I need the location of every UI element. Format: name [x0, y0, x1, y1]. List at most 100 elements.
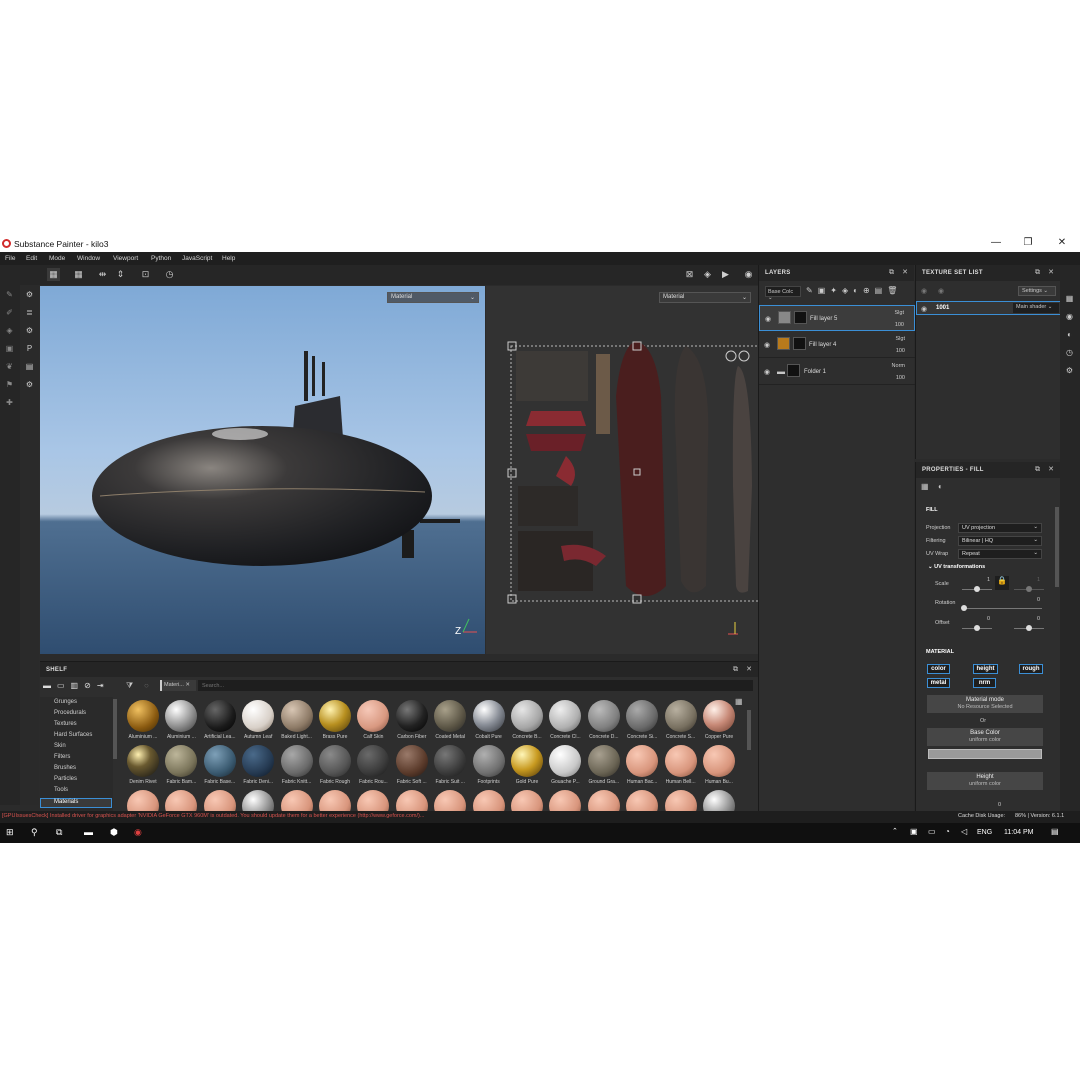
search-icon[interactable]: ⚲	[31, 827, 38, 838]
eraser-icon[interactable]: ✐	[4, 308, 15, 319]
material-thumbnail[interactable]: Fabric Knitt...	[278, 745, 316, 789]
material-thumbnail[interactable]	[546, 790, 584, 812]
menu-edit[interactable]: Edit	[26, 255, 37, 262]
substance-painter-taskbar-icon[interactable]: ◉	[134, 827, 142, 838]
task-view-icon[interactable]: ⧉	[56, 827, 62, 838]
material-thumbnail[interactable]: Carbon Fiber	[393, 700, 431, 744]
material-thumbnail[interactable]: Aluminium ...	[124, 700, 162, 744]
gpu-warning-message[interactable]: [GPUIssuesCheck] Installed driver for gr…	[2, 813, 424, 819]
menu-help[interactable]: Help	[222, 255, 235, 262]
material-thumbnail[interactable]: Fabric Suit ...	[431, 745, 469, 789]
undock-icon[interactable]: ⧉	[889, 269, 894, 277]
display-icon[interactable]: ◐	[1064, 330, 1075, 341]
material-mode-button[interactable]: Material mode No Resource Selected	[927, 695, 1043, 713]
material-thumbnail[interactable]: Brass Pure	[316, 700, 354, 744]
material-thumbnail[interactable]: Calf Skin	[354, 700, 392, 744]
material-thumbnail[interactable]: Fabric Rou...	[354, 745, 392, 789]
scale-knob-1[interactable]	[974, 586, 980, 592]
layers-dock-icon[interactable]: ≣	[24, 308, 35, 319]
material-thumbnail[interactable]	[124, 790, 162, 812]
eye-icon[interactable]: ◉	[921, 305, 927, 313]
scale-knob-2[interactable]	[1026, 586, 1032, 592]
material-thumbnail[interactable]: Fabric Bam...	[162, 745, 200, 789]
shelf-filter-tag[interactable]: Materi... ✕	[160, 680, 196, 691]
material-thumbnail[interactable]: Human Bac...	[623, 745, 661, 789]
grid-options-icon[interactable]: ▦	[72, 268, 85, 281]
material-thumbnail[interactable]	[508, 790, 546, 812]
tray-power-icon[interactable]: ▭	[928, 827, 936, 836]
channel-color-toggle[interactable]: color	[927, 664, 950, 674]
filtering-dropdown[interactable]: Bilinear | HQ ⌄	[958, 536, 1042, 546]
history-icon[interactable]: ◷	[1064, 348, 1075, 359]
offset-knob-1[interactable]	[974, 625, 980, 631]
viewport-3d[interactable]: Z Material ⌄	[40, 286, 485, 654]
filter-icon[interactable]: ⧩	[126, 681, 133, 691]
layer-opacity[interactable]: 100	[895, 322, 904, 328]
material-thumbnail[interactable]: Fabric Rough	[316, 745, 354, 789]
material-thumbnail[interactable]: Concrete S...	[662, 700, 700, 744]
category-brushes[interactable]: Brushes	[54, 765, 76, 771]
undock-icon[interactable]: ⧉	[733, 666, 738, 674]
menu-window[interactable]: Window	[77, 255, 100, 262]
clear-filter-icon[interactable]: ○	[144, 681, 149, 690]
fill-tab-icon[interactable]: ▦	[921, 482, 929, 491]
eye-icon[interactable]: ◉	[921, 287, 927, 295]
shelf-search-input[interactable]	[198, 680, 753, 691]
material-thumbnail[interactable]	[700, 790, 738, 812]
category-tools[interactable]: Tools	[54, 787, 68, 793]
menu-python[interactable]: Python	[151, 255, 171, 262]
panel-close-icon[interactable]: ✕	[902, 268, 908, 276]
clone-icon[interactable]: ⚑	[4, 380, 15, 391]
category-particles[interactable]: Particles	[54, 776, 77, 782]
material-thumbnail[interactable]: Concrete D...	[585, 700, 623, 744]
viewport-2d[interactable]: Material ⌄	[486, 286, 758, 654]
clock[interactable]: 11:04 PM	[1004, 829, 1033, 836]
channel-nrm-toggle[interactable]: nrm	[973, 678, 996, 688]
smudge-icon[interactable]: ❦	[4, 362, 15, 373]
material-thumbnail[interactable]	[585, 790, 623, 812]
texture-set-row[interactable]: ◉ 1001 Main shader ⌄	[916, 301, 1061, 315]
shader-select[interactable]: Main shader ⌄	[1013, 303, 1059, 313]
material-thumbnail[interactable]	[316, 790, 354, 812]
notifications-icon[interactable]: ▤	[1051, 827, 1059, 836]
log-icon[interactable]: ▤	[24, 362, 35, 373]
layer-channel-select[interactable]: Base Colc ⌄	[765, 286, 801, 301]
material-thumbnail[interactable]: Ground Gra...	[585, 745, 623, 789]
material-thumbnail[interactable]: Denim Rivet	[124, 745, 162, 789]
material-thumbnail[interactable]: Artificial Lea...	[201, 700, 239, 744]
visibility-eye-icon[interactable]: ◉	[765, 315, 771, 323]
material-thumbnail[interactable]: Autumn Leaf	[239, 700, 277, 744]
material-thumbnail[interactable]: Concrete Cl...	[546, 700, 584, 744]
category-hard-surfaces[interactable]: Hard Surfaces	[54, 732, 92, 738]
menu-viewport[interactable]: Viewport	[113, 255, 138, 262]
tray-network-icon[interactable]: ◔	[945, 827, 950, 836]
material-thumbnail[interactable]	[354, 790, 392, 812]
close-button[interactable]: ✕	[1052, 237, 1072, 251]
language-indicator[interactable]: ENG	[977, 829, 992, 836]
geometry-mask-icon[interactable]: ▣	[4, 344, 15, 355]
file-explorer-icon[interactable]: ▬	[84, 827, 93, 837]
material-thumbnail[interactable]	[662, 790, 700, 812]
display-settings-icon[interactable]: ⚙	[24, 380, 35, 391]
layer-blend-mode[interactable]: Slgt	[895, 310, 904, 316]
layer-actions-toolbar[interactable]: ✎▣✦◈◐⊕▤🗑	[806, 286, 902, 295]
uvwrap-dropdown[interactable]: Repeat ⌄	[958, 549, 1042, 559]
material-thumbnail[interactable]: Concrete Si...	[623, 700, 661, 744]
offset-knob-2[interactable]	[1026, 625, 1032, 631]
panel-close-icon[interactable]: ✕	[1048, 465, 1054, 473]
base-color-swatch[interactable]	[928, 749, 1042, 759]
shelf-folder-actions[interactable]: ▬▭▥⊘⇥	[43, 681, 110, 690]
layer-row[interactable]: ◉ Fill layer 4 Slgt 100	[759, 332, 915, 358]
material-thumbnail[interactable]	[470, 790, 508, 812]
category-textures[interactable]: Textures	[54, 721, 77, 727]
tray-device-icon[interactable]: ▣	[910, 827, 918, 836]
material-thumbnail[interactable]	[239, 790, 277, 812]
picker-icon[interactable]: ✚	[4, 398, 15, 409]
projection-dropdown[interactable]: UV projection ⌄	[958, 523, 1042, 533]
material-thumbnail[interactable]: Coated Metal	[431, 700, 469, 744]
viewer-settings-icon[interactable]: ⚙	[1064, 366, 1075, 377]
windows-start-icon[interactable]: ⊞	[6, 827, 14, 838]
visibility-eye-icon[interactable]: ◉	[764, 341, 770, 349]
material-thumbnail[interactable]	[162, 790, 200, 812]
material-thumbnail[interactable]: Aluminium ...	[162, 700, 200, 744]
